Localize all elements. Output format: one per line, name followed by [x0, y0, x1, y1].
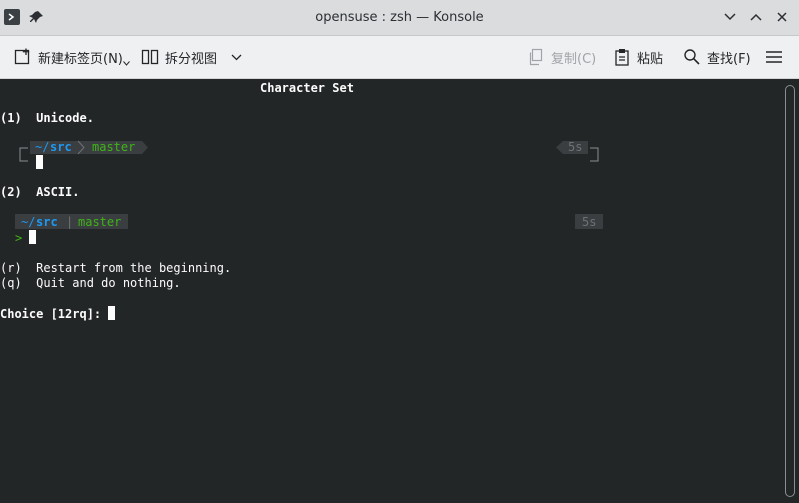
option-quit: (q) Quit and do nothing. [0, 276, 181, 290]
find-label: 查找(F) [707, 51, 751, 67]
unicode-cursor [36, 155, 43, 169]
ascii-arrow: > [15, 231, 23, 245]
toolbar: 新建标签页(N) 拆分视图 复制(C) 粘贴 查找(F) [0, 36, 799, 79]
terminal-view[interactable]: Character Set (1) Unicode. ~/ src master… [0, 79, 781, 503]
ascii-separator: | [66, 215, 74, 229]
new-tab-icon [14, 48, 30, 65]
ascii-branch: master [78, 215, 122, 229]
search-icon [684, 49, 700, 65]
choice-text: Choice [12rq]: [0, 307, 109, 321]
title-bar[interactable]: opensuse : zsh — Konsole [0, 0, 799, 36]
close-icon[interactable] [771, 6, 793, 28]
split-view-label: 拆分视图 [165, 51, 218, 67]
option-ascii: (2) ASCII. [0, 185, 80, 199]
paste-button[interactable]: 粘贴 [613, 36, 663, 78]
split-view-icon [141, 49, 159, 65]
hamburger-menu-button[interactable] [765, 36, 783, 78]
new-tab-button[interactable]: 新建标签页(N) [14, 36, 130, 78]
window-title: opensuse : zsh — Konsole [315, 10, 484, 25]
chevron-down-icon [122, 60, 130, 66]
chevron-down-icon [231, 54, 242, 60]
paste-label: 粘贴 [637, 51, 664, 67]
split-view-button[interactable]: 拆分视图 [141, 36, 242, 78]
chevron-down-icon[interactable] [719, 6, 741, 28]
copy-button[interactable]: 复制(C) [527, 36, 596, 78]
paste-icon [615, 49, 629, 66]
ascii-dir-name: src [36, 215, 58, 229]
find-button[interactable]: 查找(F) [683, 36, 751, 78]
heading-text: Character Set [260, 81, 354, 95]
choice-prompt: Choice [12rq]: [0, 306, 116, 321]
scrollbar-track[interactable] [785, 85, 795, 497]
option-unicode: (1) Unicode. [0, 111, 94, 125]
unicode-dir-tilde: ~/ [35, 140, 50, 154]
ascii-dir-tilde: ~/ [21, 215, 36, 229]
unicode-branch: master [92, 140, 136, 154]
ascii-time: 5s [582, 215, 597, 229]
chevron-up-icon[interactable] [745, 6, 767, 28]
option-restart: (r) Restart from the beginning. [0, 261, 232, 275]
input-cursor [108, 306, 116, 320]
new-tab-label: 新建标签页(N) [38, 51, 123, 67]
unicode-time: 5s [568, 140, 583, 154]
scrollbar[interactable] [781, 79, 799, 503]
copy-label: 复制(C) [551, 51, 597, 67]
hamburger-menu-icon [766, 51, 782, 63]
copy-icon [529, 48, 543, 66]
unicode-dir-name: src [50, 140, 72, 154]
ascii-cursor [29, 230, 36, 244]
